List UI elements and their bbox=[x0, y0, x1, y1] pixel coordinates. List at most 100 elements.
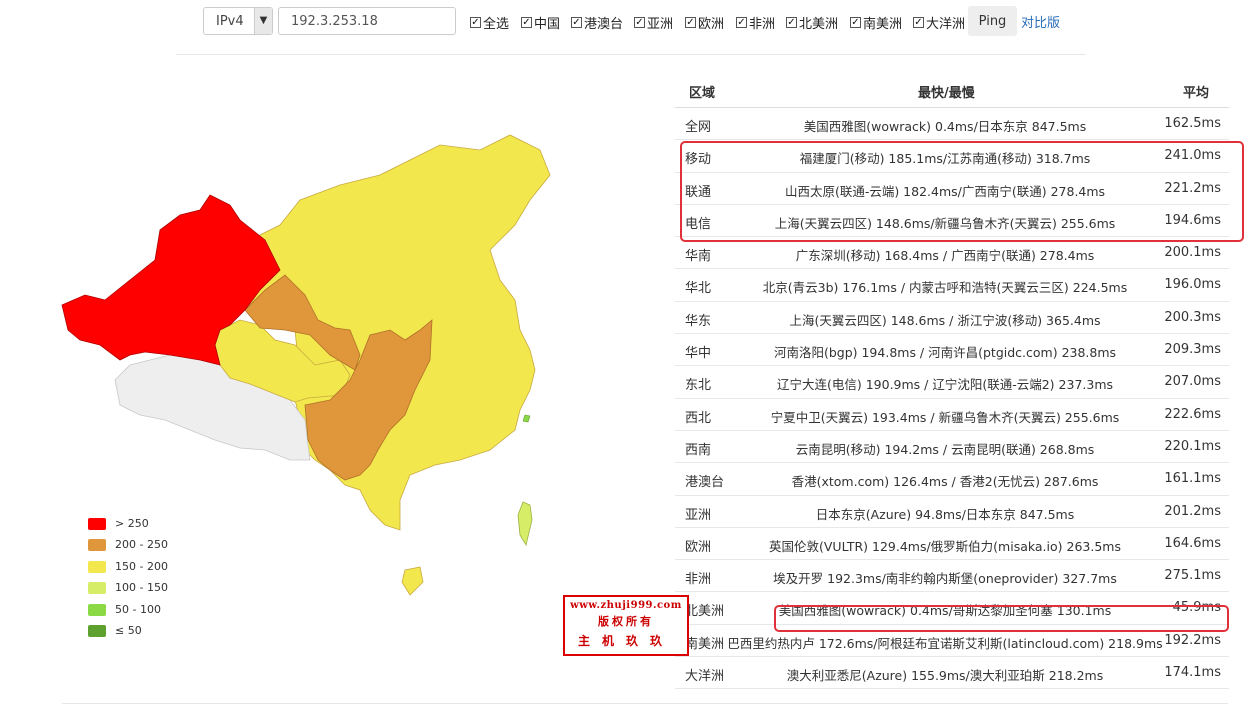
cell-average: 174.1ms bbox=[1164, 665, 1221, 681]
table-row: 北美洲 美国西雅图(wowrack) 0.4ms/哥斯达黎加圣何塞 130.1ms… bbox=[675, 592, 1229, 625]
legend-label: 200 - 250 bbox=[115, 538, 168, 551]
legend-swatch bbox=[88, 518, 106, 530]
legend-swatch bbox=[88, 561, 106, 573]
compare-link[interactable]: 对比版 bbox=[1021, 12, 1060, 31]
divider bbox=[176, 54, 1086, 55]
cell-fastest-slowest: 香港(xtom.com) 126.4ms / 香港2(无忧云) 287.6ms bbox=[791, 474, 1099, 490]
checkbox-all[interactable]: ✓ 全选 bbox=[470, 13, 509, 32]
cell-average: 45.9ms bbox=[1172, 600, 1221, 616]
checkbox-icon[interactable]: ✓ bbox=[786, 17, 797, 28]
header-average: 平均 bbox=[1182, 86, 1209, 101]
cell-region: 华中 bbox=[685, 346, 712, 362]
cell-fastest-slowest: 宁夏中卫(天翼云) 193.4ms / 新疆乌鲁木齐(天翼云) 255.6ms bbox=[770, 409, 1120, 425]
cell-region: 西北 bbox=[685, 410, 712, 426]
checkbox-north-america[interactable]: ✓ 北美洲 bbox=[786, 13, 838, 32]
checkbox-icon[interactable]: ✓ bbox=[913, 17, 924, 28]
checkbox-icon[interactable]: ✓ bbox=[685, 17, 696, 28]
checkbox-label: 北美洲 bbox=[799, 17, 839, 32]
watermark-line1: 版权所有 bbox=[598, 615, 654, 628]
cell-region: 东北 bbox=[685, 378, 712, 394]
cell-fastest-slowest: 上海(天翼云四区) 148.6ms/新疆乌鲁木齐(天翼云) 255.6ms bbox=[774, 215, 1116, 231]
cell-region: 西南 bbox=[685, 442, 712, 458]
cell-fastest-slowest: 山西太原(联通-云端) 182.4ms/广西南宁(联通) 278.4ms bbox=[784, 183, 1106, 199]
table-row: 西北 宁夏中卫(天翼云) 193.4ms / 新疆乌鲁木齐(天翼云) 255.6m… bbox=[675, 399, 1229, 431]
checkbox-asia[interactable]: ✓ 亚洲 bbox=[634, 13, 673, 32]
cell-average: 196.0ms bbox=[1164, 277, 1221, 293]
cell-fastest-slowest: 福建厦门(移动) 185.1ms/江苏南通(移动) 318.7ms bbox=[799, 151, 1091, 167]
cell-region: 港澳台 bbox=[685, 475, 725, 491]
checkbox-china[interactable]: ✓ 中国 bbox=[521, 13, 560, 32]
cell-region: 北美洲 bbox=[685, 604, 725, 620]
cell-average: 161.1ms bbox=[1164, 471, 1221, 487]
legend-item: 200 - 250 bbox=[88, 537, 228, 553]
ip-address-input[interactable] bbox=[278, 7, 456, 35]
cell-average: 200.3ms bbox=[1164, 309, 1221, 325]
legend-label: 50 - 100 bbox=[115, 603, 161, 616]
cell-fastest-slowest: 埃及开罗 192.3ms/南非约翰内斯堡(oneprovider) 327.7m… bbox=[773, 571, 1117, 587]
table-row: 华东 上海(天翼云四区) 148.6ms / 浙江宁波(移动) 365.4ms 20… bbox=[675, 302, 1229, 335]
table-row: 华中 河南洛阳(bgp) 194.8ms / 河南许昌(ptgidc.com) 2… bbox=[675, 334, 1229, 367]
cell-fastest-slowest: 北京(青云3b) 176.1ms / 内蒙古呼和浩特(天翼云三区) 224.5m… bbox=[762, 280, 1128, 296]
legend-item: ≤ 50 bbox=[88, 623, 228, 639]
cell-average: 164.6ms bbox=[1164, 535, 1221, 551]
ip-version-select[interactable]: IPv4 ▼ bbox=[203, 7, 273, 35]
table-row: 电信 上海(天翼云四区) 148.6ms/新疆乌鲁木齐(天翼云) 255.6ms 1… bbox=[675, 205, 1229, 238]
table-body: 全网 美国西雅图(wowrack) 0.4ms/日本东京 847.5ms 162.5… bbox=[675, 108, 1229, 690]
chevron-down-icon[interactable]: ▼ bbox=[254, 8, 272, 34]
checkbox-icon[interactable]: ✓ bbox=[634, 17, 645, 28]
cell-fastest-slowest: 巴西里约热内卢 172.6ms/阿根廷布宜诺斯艾利斯(latincloud.co… bbox=[727, 635, 1163, 651]
cell-fastest-slowest: 河南洛阳(bgp) 194.8ms / 河南许昌(ptgidc.com) 238… bbox=[773, 345, 1117, 361]
legend-item: 100 - 150 bbox=[88, 580, 228, 596]
checkbox-label: 中国 bbox=[534, 17, 561, 32]
checkbox-hk-mo-tw[interactable]: ✓ 港澳台 bbox=[571, 13, 623, 32]
legend-item: 50 - 100 bbox=[88, 602, 228, 618]
checkbox-europe[interactable]: ✓ 欧洲 bbox=[685, 13, 724, 32]
checkbox-icon[interactable]: ✓ bbox=[521, 17, 532, 28]
legend-item: > 250 bbox=[88, 516, 228, 532]
cell-fastest-slowest: 广东深圳(移动) 168.4ms / 广西南宁(联通) 278.4ms bbox=[795, 248, 1095, 264]
cell-region: 移动 bbox=[685, 152, 712, 168]
cell-region: 南美洲 bbox=[685, 636, 725, 652]
checkbox-icon[interactable]: ✓ bbox=[736, 17, 747, 28]
checkbox-label: 港澳台 bbox=[584, 17, 624, 32]
cell-average: 201.2ms bbox=[1164, 503, 1221, 519]
map-region-hainan[interactable] bbox=[401, 566, 424, 596]
checkbox-label: 全选 bbox=[483, 17, 510, 32]
cell-fastest-slowest: 澳大利亚悉尼(Azure) 155.9ms/澳大利亚珀斯 218.2ms bbox=[786, 668, 1104, 684]
cell-fastest-slowest: 辽宁大连(电信) 190.9ms / 辽宁沈阳(联通-云端2) 237.3ms bbox=[776, 377, 1114, 393]
checkbox-label: 亚洲 bbox=[647, 17, 674, 32]
header-region: 区域 bbox=[689, 86, 716, 101]
table-row: 东北 辽宁大连(电信) 190.9ms / 辽宁沈阳(联通-云端2) 237.3m… bbox=[675, 366, 1229, 399]
header-fastest-slowest: 最快/最慢 bbox=[918, 86, 975, 101]
checkbox-icon[interactable]: ✓ bbox=[470, 17, 481, 28]
table-row: 西南 云南昆明(移动) 194.2ms / 云南昆明(联通) 268.8ms 220… bbox=[675, 431, 1229, 464]
table-header: 区域 最快/最慢 平均 bbox=[675, 74, 1229, 108]
checkbox-icon[interactable]: ✓ bbox=[850, 17, 861, 28]
checkbox-label: 大洋洲 bbox=[926, 17, 966, 32]
map-region-shanghai[interactable] bbox=[522, 414, 531, 423]
watermark-url: www.zhuji999.com bbox=[570, 600, 682, 611]
table-row: 全网 美国西雅图(wowrack) 0.4ms/日本东京 847.5ms 162.5… bbox=[675, 108, 1229, 141]
cell-fastest-slowest: 美国西雅图(wowrack) 0.4ms/哥斯达黎加圣何塞 130.1ms bbox=[778, 603, 1112, 619]
table-row: 亚洲 日本东京(Azure) 94.8ms/日本东京 847.5ms 201.2ms bbox=[675, 496, 1229, 528]
checkbox-south-america[interactable]: ✓ 南美洲 bbox=[850, 13, 902, 32]
cell-average: 241.0ms bbox=[1164, 148, 1221, 164]
table-row: 港澳台 香港(xtom.com) 126.4ms / 香港2(无忧云) 287.6… bbox=[675, 463, 1229, 496]
ping-button[interactable]: Ping bbox=[968, 6, 1017, 36]
cell-fastest-slowest: 云南昆明(移动) 194.2ms / 云南昆明(联通) 268.8ms bbox=[795, 441, 1095, 457]
cell-average: 220.1ms bbox=[1164, 438, 1221, 454]
divider bbox=[62, 703, 1228, 704]
checkbox-oceania[interactable]: ✓ 大洋洲 bbox=[913, 13, 965, 32]
toolbar: IPv4 ▼ ✓全选 ✓中国 ✓港澳台 ✓亚洲 ✓欧洲 ✓非洲 ✓北美洲 ✓南美… bbox=[0, 0, 1254, 44]
checkbox-africa[interactable]: ✓ 非洲 bbox=[736, 13, 775, 32]
cell-fastest-slowest: 美国西雅图(wowrack) 0.4ms/日本东京 847.5ms bbox=[803, 119, 1087, 134]
legend-label: 150 - 200 bbox=[115, 560, 168, 573]
checkbox-icon[interactable]: ✓ bbox=[571, 17, 582, 28]
ip-version-value: IPv4 bbox=[216, 14, 244, 29]
legend-swatch bbox=[88, 539, 106, 551]
cell-region: 联通 bbox=[685, 184, 712, 200]
map-region-taiwan[interactable] bbox=[517, 501, 533, 547]
cell-region: 大洋洲 bbox=[685, 669, 725, 685]
cell-region: 非洲 bbox=[685, 572, 712, 588]
cell-fastest-slowest: 日本东京(Azure) 94.8ms/日本东京 847.5ms bbox=[815, 506, 1075, 522]
